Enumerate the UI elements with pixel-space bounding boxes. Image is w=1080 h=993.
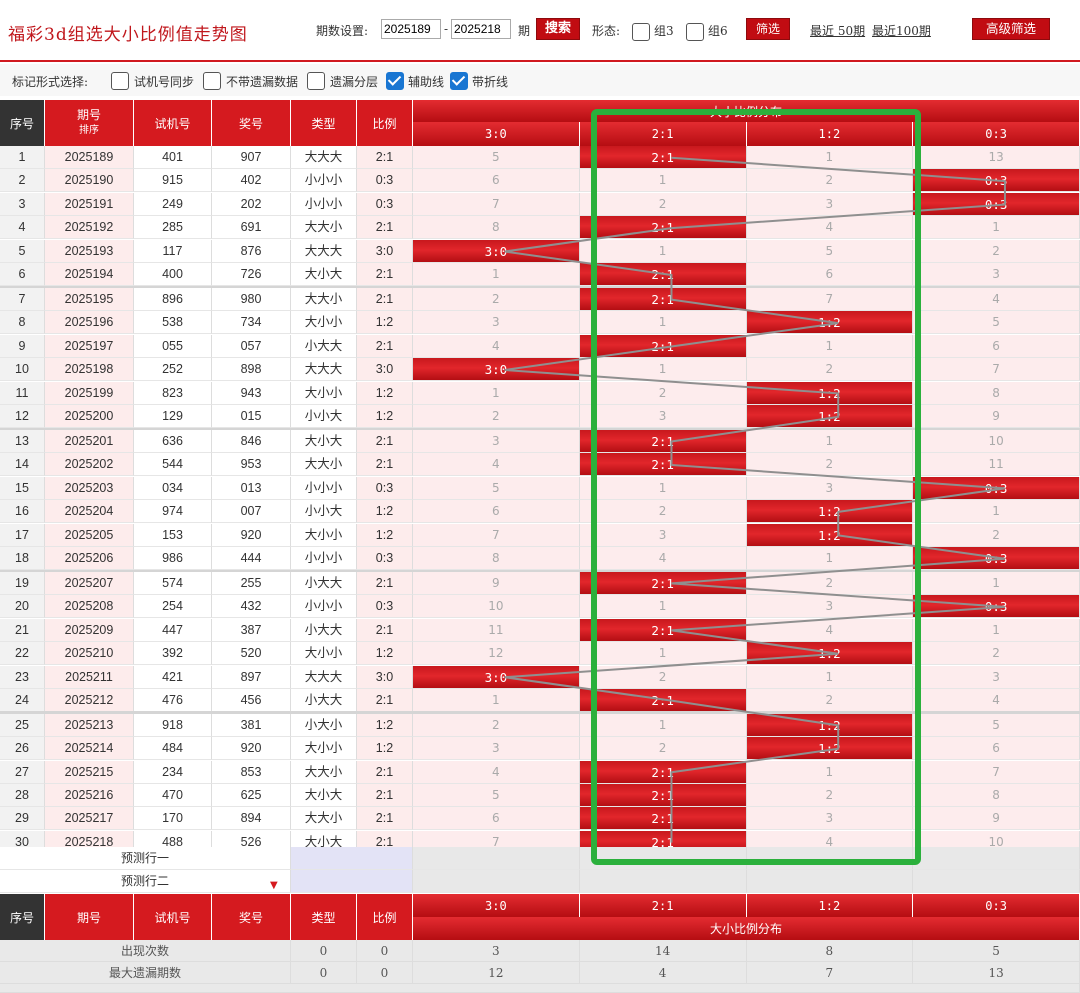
trend-polyline [504, 156, 1006, 843]
highlight-box [591, 109, 921, 865]
trend-overlay [504, 109, 1006, 865]
